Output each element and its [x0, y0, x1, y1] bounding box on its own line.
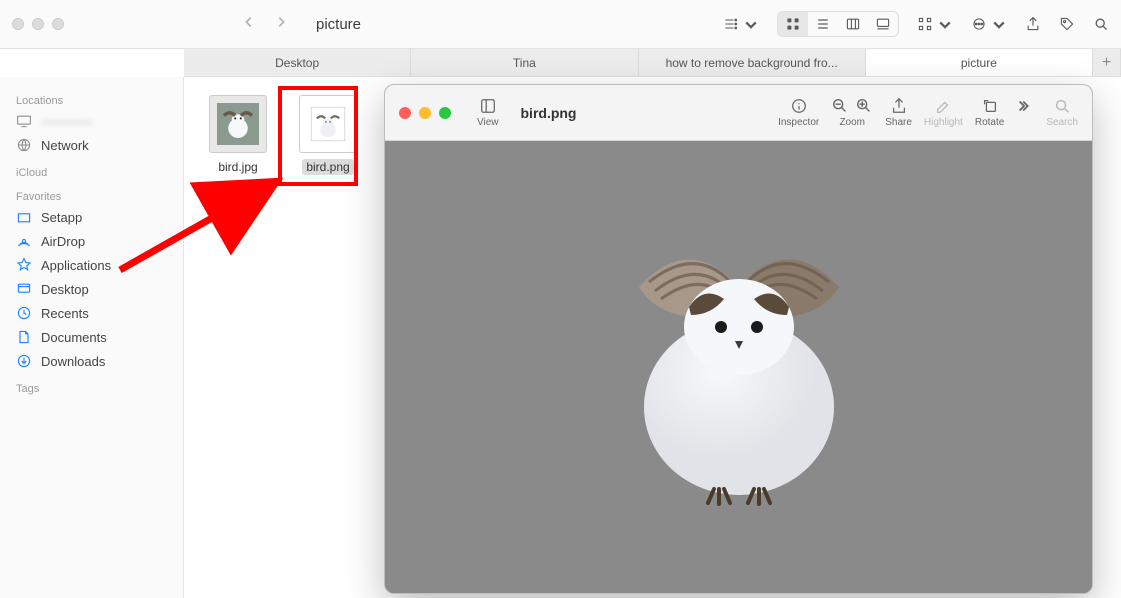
share-button[interactable] — [1025, 16, 1041, 32]
preview-canvas[interactable] — [385, 141, 1092, 593]
sidebar: Locations ———— Network iCloud Favorites … — [0, 77, 184, 598]
section-favorites: Favorites — [0, 187, 183, 205]
minimize-button[interactable] — [419, 107, 431, 119]
highlight-button[interactable]: Highlight — [924, 97, 963, 128]
sidebar-item-desktop[interactable]: Desktop — [0, 277, 183, 301]
sidebar-item-setapp[interactable]: Setapp — [0, 205, 183, 229]
preview-window: View bird.png Inspector Zoom Share Highl… — [384, 84, 1093, 594]
file-label: bird.jpg — [214, 159, 261, 175]
gallery-view-button[interactable] — [868, 11, 898, 37]
tab-tina[interactable]: Tina — [411, 49, 638, 76]
finder-titlebar: picture — [0, 0, 1121, 49]
column-view-button[interactable] — [838, 11, 868, 37]
window-title: picture — [316, 16, 361, 33]
minimize-dot[interactable] — [32, 18, 44, 30]
sidebar-item-documents[interactable]: Documents — [0, 325, 183, 349]
tab-bar: Desktop Tina how to remove background fr… — [184, 49, 1121, 77]
sidebar-item-downloads[interactable]: Downloads — [0, 349, 183, 373]
preview-title: bird.png — [521, 105, 577, 121]
sidebar-item-computer[interactable]: ———— — [0, 109, 183, 133]
preview-titlebar: View bird.png Inspector Zoom Share Highl… — [385, 85, 1092, 141]
tab-desktop[interactable]: Desktop — [184, 49, 411, 76]
nav-arrows — [242, 15, 288, 34]
share-button[interactable]: Share — [885, 97, 912, 128]
action-menu[interactable] — [971, 16, 1007, 32]
view-mode-group — [777, 11, 899, 37]
section-tags: Tags — [0, 379, 183, 397]
search-button[interactable]: Search — [1046, 97, 1078, 128]
window-controls — [12, 18, 64, 30]
tag-button[interactable] — [1059, 16, 1075, 32]
sidebar-item-applications[interactable]: Applications — [0, 253, 183, 277]
view-menu[interactable]: View — [477, 97, 499, 128]
more-button[interactable] — [1016, 97, 1034, 128]
thumb-bird-jpg — [209, 95, 267, 153]
sidebar-item-network[interactable]: Network — [0, 133, 183, 157]
close-button[interactable] — [399, 107, 411, 119]
new-tab-button[interactable]: + — [1093, 49, 1121, 76]
icon-view-button[interactable] — [778, 11, 808, 37]
section-icloud: iCloud — [0, 163, 183, 181]
arrange-menu[interactable] — [917, 16, 953, 32]
search-button[interactable] — [1093, 16, 1109, 32]
group-menu[interactable] — [723, 16, 759, 32]
sidebar-item-recents[interactable]: Recents — [0, 301, 183, 325]
bird-image — [579, 217, 899, 517]
tab-picture[interactable]: picture — [866, 49, 1093, 76]
tab-howto[interactable]: how to remove background fro... — [639, 49, 866, 76]
zoom-dot[interactable] — [52, 18, 64, 30]
file-bird-png[interactable]: bird.png — [292, 95, 364, 175]
back-button[interactable] — [242, 15, 256, 34]
file-label: bird.png — [302, 159, 353, 175]
inspector-button[interactable]: Inspector — [778, 97, 819, 128]
sidebar-item-airdrop[interactable]: AirDrop — [0, 229, 183, 253]
rotate-button[interactable]: Rotate — [975, 97, 1004, 128]
fullscreen-button[interactable] — [439, 107, 451, 119]
list-view-button[interactable] — [808, 11, 838, 37]
preview-window-controls — [399, 107, 451, 119]
close-dot[interactable] — [12, 18, 24, 30]
thumb-bird-png — [299, 95, 357, 153]
file-bird-jpg[interactable]: bird.jpg — [202, 95, 274, 175]
forward-button[interactable] — [274, 15, 288, 34]
finder-toolbar — [723, 11, 1109, 37]
zoom-controls[interactable]: Zoom — [831, 97, 873, 128]
section-locations: Locations — [0, 91, 183, 109]
